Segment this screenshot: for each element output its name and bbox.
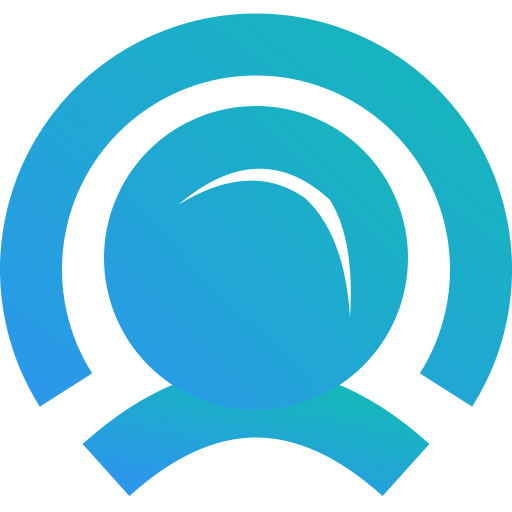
head-circle [104, 106, 408, 410]
shoulder-arc [82, 367, 430, 497]
app-logo [0, 0, 512, 512]
user-webcam-icon [0, 13, 512, 497]
